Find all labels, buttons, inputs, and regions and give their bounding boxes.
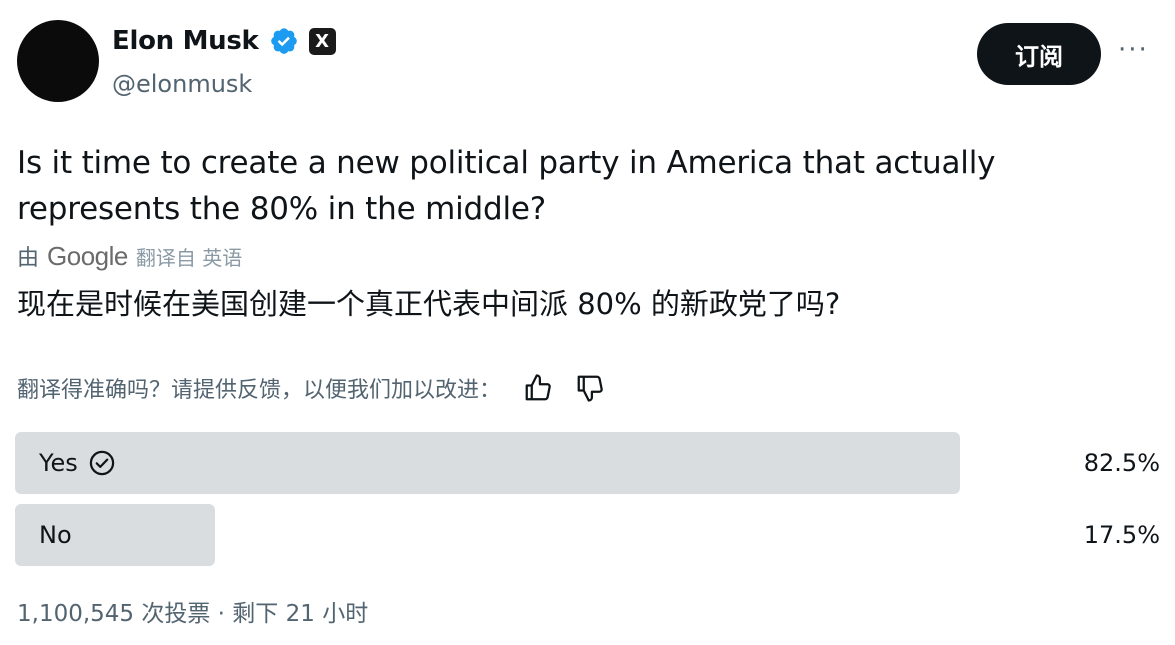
author-display-name[interactable]: Elon Musk [112,26,259,56]
poll-meta: 1,100,545 次投票 · 剩下 21 小时 [17,601,369,627]
poll-option-label: Yes [39,432,116,494]
check-circle-icon [89,450,114,476]
feedback-prompt: 翻译得准确吗？请提供反馈，以便我们加以改进： [17,378,502,403]
more-options-icon[interactable]: ··· [1118,35,1149,65]
poll-option-percent: 17.5% [1083,521,1160,549]
author-name-row: Elon Musk X [112,26,336,56]
translated-text: 现在是时候在美国创建一个真正代表中间派 80% 的新政党了吗? [17,287,841,321]
poll-option-text: No [39,521,72,549]
poll-option-percent: 82.5% [1083,449,1160,477]
verified-badge-icon [270,28,297,54]
translated-by-label: 由 [17,246,40,271]
x-affiliate-badge-icon: X [308,27,336,55]
poll-option-no[interactable]: No 17.5% [15,504,1160,566]
poll-option-label: No [39,504,72,566]
poll-bar [15,432,960,494]
poll-option-yes[interactable]: Yes 82.5% [15,432,1160,494]
author-handle[interactable]: @elonmusk [112,70,252,98]
google-logo: Google [47,240,128,271]
subscribe-button[interactable]: 订阅 [977,23,1101,85]
avatar[interactable] [17,20,99,102]
tweet-text: Is it time to create a new political par… [17,145,996,227]
thumbs-up-icon[interactable] [523,373,553,403]
translation-feedback: 翻译得准确吗？请提供反馈，以便我们加以改进： [17,372,605,404]
poll-option-text: Yes [39,449,78,477]
translation-attribution: 由 Google 翻译自 英语 [17,240,242,272]
translated-from-label: 翻译自 英语 [135,245,243,270]
thumbs-down-icon[interactable] [575,373,605,403]
